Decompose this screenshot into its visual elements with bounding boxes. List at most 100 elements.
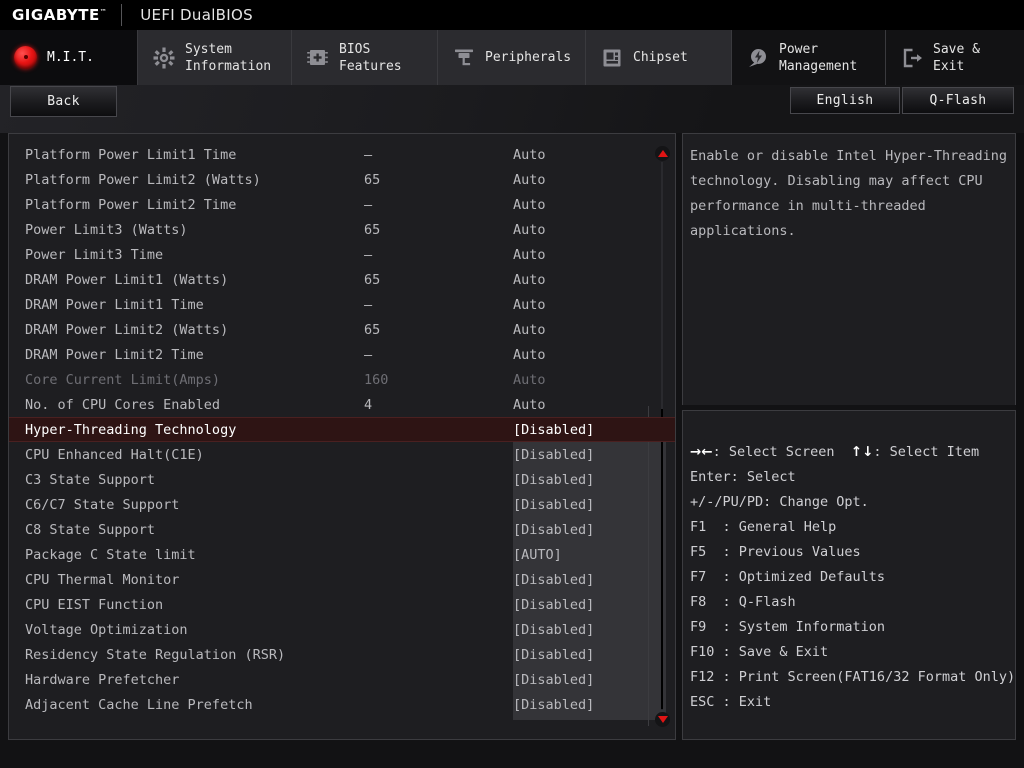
- settings-row[interactable]: DRAM Power Limit2 Time – Auto: [9, 342, 675, 367]
- settings-row[interactable]: Hyper-Threading Technology [Disabled]: [9, 417, 675, 442]
- settings-row-setting-value[interactable]: [Disabled]: [513, 697, 594, 713]
- key-legend-panel: →←: Select Screen ↑↓: Select Item Enter: …: [682, 410, 1016, 740]
- settings-row-setting-value[interactable]: [Disabled]: [513, 447, 594, 463]
- key-legend-line: F1 : General Help: [690, 515, 1009, 540]
- gear-icon: [152, 46, 176, 70]
- settings-row[interactable]: C6/C7 State Support [Disabled]: [9, 492, 675, 517]
- settings-row-label: Package C State limit: [25, 546, 196, 563]
- key-legend-text: +/-/PU/PD: Change Opt.: [690, 494, 869, 510]
- gigabyte-logo-text: GIGABYTE: [12, 6, 100, 24]
- settings-row-label: Hardware Prefetcher: [25, 671, 180, 688]
- settings-row-setting-value[interactable]: [Disabled]: [513, 647, 594, 663]
- settings-rows: Platform Power Limit1 Time – Auto Platform …: [9, 134, 675, 717]
- settings-row-setting-value[interactable]: Auto: [513, 172, 546, 188]
- settings-row-current-value: –: [364, 296, 373, 313]
- settings-row-setting-value[interactable]: [AUTO]: [513, 547, 562, 563]
- settings-row-setting-value[interactable]: Auto: [513, 297, 546, 313]
- settings-row-setting-value[interactable]: [Disabled]: [513, 422, 594, 438]
- tab-mit[interactable]: M.I.T.: [0, 30, 138, 85]
- settings-row[interactable]: DRAM Power Limit2 (Watts) 65 Auto: [9, 317, 675, 342]
- key-legend-text: F1 : General Help: [690, 519, 837, 535]
- settings-row-setting-value[interactable]: Auto: [513, 272, 546, 288]
- help-description-panel: Enable or disable Intel Hyper-Threading t…: [682, 133, 1016, 405]
- settings-row[interactable]: No. of CPU Cores Enabled 4 Auto: [9, 392, 675, 417]
- settings-row-current-value: 4: [364, 396, 373, 413]
- key-legend-text-secondary: : Select Item: [873, 444, 980, 460]
- back-button[interactable]: Back: [10, 86, 117, 117]
- settings-row[interactable]: C8 State Support [Disabled]: [9, 517, 675, 542]
- settings-row-label: DRAM Power Limit2 (Watts): [25, 321, 229, 338]
- settings-row-label: CPU Enhanced Halt(C1E): [25, 446, 204, 463]
- brand-subtitle: UEFI DualBIOS: [140, 6, 253, 24]
- settings-row[interactable]: Platform Power Limit2 (Watts) 65 Auto: [9, 167, 675, 192]
- help-text-line: Enable or disable Intel Hyper-Threading: [690, 148, 1007, 164]
- bios-setup-screen: GIGABYTE™ UEFI DualBIOS M.I.T. System In…: [0, 0, 1024, 768]
- tab-power-management[interactable]: Power Management: [732, 30, 886, 85]
- settings-row-setting-value[interactable]: Auto: [513, 147, 546, 163]
- settings-row[interactable]: DRAM Power Limit1 Time – Auto: [9, 292, 675, 317]
- settings-row-current-value: 160: [364, 371, 389, 388]
- settings-row-setting-value[interactable]: [Disabled]: [513, 622, 594, 638]
- settings-row-current-value: 65: [364, 271, 381, 288]
- settings-row-setting-value[interactable]: [Disabled]: [513, 497, 594, 513]
- settings-row-setting-value[interactable]: [Disabled]: [513, 472, 594, 488]
- key-legend-text: : Select Screen: [712, 444, 851, 460]
- tab-save-and-exit[interactable]: Save & Exit: [886, 30, 1024, 85]
- settings-row-setting-value[interactable]: [Disabled]: [513, 672, 594, 688]
- settings-row-current-value: 65: [364, 171, 381, 188]
- brand-bar: GIGABYTE™ UEFI DualBIOS: [0, 0, 1024, 30]
- settings-row[interactable]: Package C State limit [AUTO]: [9, 542, 675, 567]
- key-legend-text: F10 : Save & Exit: [690, 644, 829, 660]
- settings-row[interactable]: Residency State Regulation (RSR) [Disable…: [9, 642, 675, 667]
- settings-row-current-value: 65: [364, 321, 381, 338]
- settings-row-setting-value[interactable]: Auto: [513, 322, 546, 338]
- main-navigation: M.I.T. System Information BIOS Features …: [0, 30, 1024, 85]
- settings-row-setting-value[interactable]: [Disabled]: [513, 522, 594, 538]
- settings-row-label: DRAM Power Limit2 Time: [25, 346, 204, 363]
- key-legend-line: F7 : Optimized Defaults: [690, 565, 1009, 590]
- exit-door-icon: [900, 46, 924, 70]
- q-flash-button[interactable]: Q-Flash: [902, 87, 1014, 114]
- settings-row[interactable]: Adjacent Cache Line Prefetch [Disabled]: [9, 692, 675, 717]
- help-text-line: technology. Disabling may affect CPU: [690, 173, 983, 189]
- settings-row-label: DRAM Power Limit1 Time: [25, 296, 204, 313]
- language-button[interactable]: English: [790, 87, 900, 114]
- settings-row[interactable]: Platform Power Limit1 Time – Auto: [9, 142, 675, 167]
- settings-row-current-value: –: [364, 246, 373, 263]
- settings-row-label: Core Current Limit(Amps): [25, 371, 221, 388]
- settings-row-setting-value[interactable]: Auto: [513, 197, 546, 213]
- settings-row-setting-value[interactable]: Auto: [513, 247, 546, 263]
- settings-row-setting-value[interactable]: Auto: [513, 372, 546, 388]
- gigabyte-logo: GIGABYTE™: [0, 6, 107, 24]
- settings-row-label: Residency State Regulation (RSR): [25, 646, 286, 663]
- settings-row[interactable]: CPU Enhanced Halt(C1E) [Disabled]: [9, 442, 675, 467]
- settings-row-setting-value[interactable]: Auto: [513, 397, 546, 413]
- settings-row[interactable]: DRAM Power Limit1 (Watts) 65 Auto: [9, 267, 675, 292]
- settings-row-setting-value[interactable]: [Disabled]: [513, 572, 594, 588]
- settings-row[interactable]: Power Limit3 (Watts) 65 Auto: [9, 217, 675, 242]
- trademark-symbol: ™: [99, 8, 108, 16]
- settings-row[interactable]: Hardware Prefetcher [Disabled]: [9, 667, 675, 692]
- settings-row-setting-value[interactable]: Auto: [513, 222, 546, 238]
- key-legend-text: F9 : System Information: [690, 619, 886, 635]
- updown-keys-icon: ↑↓: [850, 444, 874, 460]
- settings-row-setting-value[interactable]: Auto: [513, 347, 546, 363]
- settings-row[interactable]: Power Limit3 Time – Auto: [9, 242, 675, 267]
- settings-row[interactable]: CPU EIST Function [Disabled]: [9, 592, 675, 617]
- settings-row[interactable]: Platform Power Limit2 Time – Auto: [9, 192, 675, 217]
- tab-bios-features[interactable]: BIOS Features: [292, 30, 438, 85]
- settings-row-setting-value[interactable]: [Disabled]: [513, 597, 594, 613]
- key-legend-text: F5 : Previous Values: [690, 544, 861, 560]
- settings-row[interactable]: Core Current Limit(Amps) 160 Auto: [9, 367, 675, 392]
- key-legend-line: F5 : Previous Values: [690, 540, 1009, 565]
- key-legend-text: Enter: Select: [690, 469, 796, 485]
- settings-row[interactable]: Voltage Optimization [Disabled]: [9, 617, 675, 642]
- settings-row-current-value: –: [364, 346, 373, 363]
- tab-chipset[interactable]: Chipset: [586, 30, 732, 85]
- settings-row-label: C6/C7 State Support: [25, 496, 180, 513]
- tab-peripherals[interactable]: Peripherals: [438, 30, 586, 85]
- settings-row[interactable]: C3 State Support [Disabled]: [9, 467, 675, 492]
- settings-row[interactable]: CPU Thermal Monitor [Disabled]: [9, 567, 675, 592]
- tab-system-information[interactable]: System Information: [138, 30, 292, 85]
- settings-list-panel: Platform Power Limit1 Time – Auto Platform …: [8, 133, 676, 740]
